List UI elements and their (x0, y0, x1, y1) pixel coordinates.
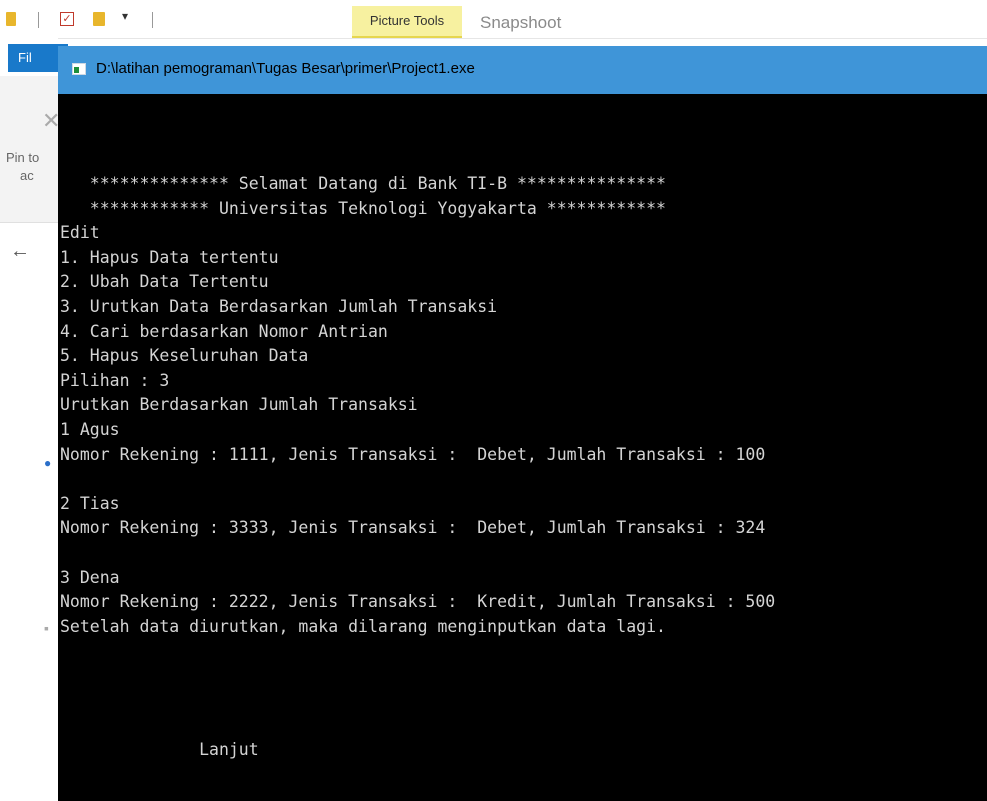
pin-to-quick-access-label[interactable]: Pin to (6, 150, 39, 165)
back-arrow-icon[interactable]: ← (10, 240, 30, 263)
folder-icon[interactable] (6, 12, 16, 26)
console-line: Nomor Rekening : 3333, Jenis Transaksi :… (60, 518, 766, 538)
console-titlebar[interactable]: D:\latihan pemograman\Tugas Besar\primer… (58, 46, 987, 94)
explorer-ribbon: ✓ ▾ Picture Tools Snapshoot (0, 0, 987, 39)
console-line: ************ Universitas Teknologi Yogya… (60, 198, 666, 218)
console-line: 1 Agus (60, 420, 120, 439)
new-folder-icon[interactable] (93, 12, 105, 26)
console-line: 5. Hapus Keseluruhan Data (60, 346, 309, 366)
console-line: 3 Dena (60, 567, 120, 587)
console-line: Pilihan : 3 (60, 370, 170, 390)
console-window[interactable]: D:\latihan pemograman\Tugas Besar\primer… (58, 46, 987, 801)
toolbar-divider (152, 12, 153, 28)
console-line: Lanjut (60, 739, 259, 759)
console-title: D:\latihan pemograman\Tugas Besar\primer… (96, 60, 475, 77)
console-line: Nomor Rekening : 2222, Jenis Transaksi :… (60, 592, 776, 612)
properties-check-icon[interactable]: ✓ (60, 12, 74, 26)
console-line: 4. Cari berdasarkan Nomor Antrian (60, 321, 388, 341)
ribbon-tab-picture-tools[interactable]: Picture Tools (352, 6, 462, 38)
console-line: 2. Ubah Data Tertentu (60, 272, 269, 292)
console-line: Edit (60, 223, 100, 243)
edge-file-icon: ● (44, 456, 52, 470)
console-output[interactable]: ************** Selamat Datang di Bank TI… (58, 94, 987, 801)
console-line: Setelah data diurutkan, maka dilarang me… (60, 616, 666, 636)
pin-to-quick-access-label-2[interactable]: ac (20, 168, 34, 183)
edge-file-icon: ▪ (44, 620, 49, 636)
console-line: 2 Tias (60, 493, 120, 513)
ribbon-tab-snapshoot[interactable]: Snapshoot (480, 13, 561, 33)
console-line: Urutkan Berdasarkan Jumlah Transaksi (60, 395, 418, 415)
console-line: 1. Hapus Data tertentu (60, 247, 279, 267)
console-app-icon[interactable] (72, 63, 86, 75)
console-line: ************** Selamat Datang di Bank TI… (60, 174, 666, 193)
toolbar-divider (38, 12, 39, 28)
console-line: 3. Urutkan Data Berdasarkan Jumlah Trans… (60, 297, 498, 316)
console-line: Nomor Rekening : 1111, Jenis Transaksi :… (60, 444, 766, 464)
quick-access-dropdown-icon[interactable]: ▾ (122, 9, 128, 23)
